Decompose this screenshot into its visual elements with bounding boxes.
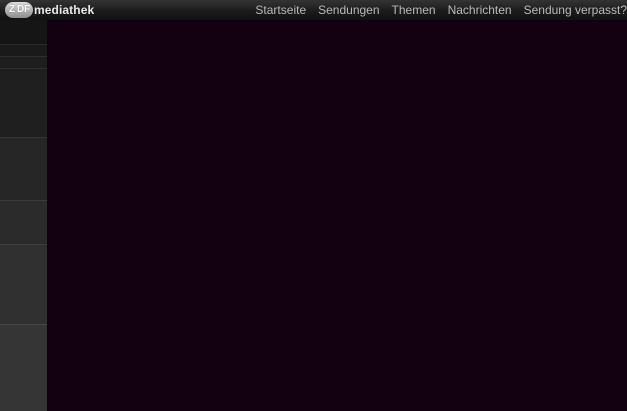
sidebar-panel[interactable]	[0, 57, 47, 68]
sidebar-panel[interactable]	[0, 325, 47, 411]
sidebar-panel[interactable]	[0, 201, 47, 244]
nav-sendung-verpasst[interactable]: Sendung verpasst?	[524, 3, 627, 17]
left-sidebar	[0, 20, 47, 411]
main-content-area	[47, 20, 627, 411]
nav-sendungen[interactable]: Sendungen	[318, 3, 379, 17]
zdf-mediathek-logo[interactable]: ZDF mediathek	[5, 1, 94, 19]
top-navigation-bar: ZDF mediathek Startseite Sendungen Theme…	[0, 0, 627, 20]
sidebar-panel	[0, 45, 47, 56]
nav-themen[interactable]: Themen	[392, 3, 436, 17]
page: ZDF mediathek Startseite Sendungen Theme…	[0, 0, 627, 411]
nav-nachrichten[interactable]: Nachrichten	[448, 3, 512, 17]
zdf-logo-mark: ZDF	[5, 2, 33, 18]
main-nav: Startseite Sendungen Themen Nachrichten …	[243, 0, 627, 20]
sidebar-panel	[0, 20, 47, 44]
sidebar-panel[interactable]	[0, 138, 47, 200]
sidebar-panel[interactable]	[0, 69, 47, 137]
sidebar-panel[interactable]	[0, 245, 47, 324]
logo-text: mediathek	[34, 3, 95, 17]
nav-startseite[interactable]: Startseite	[255, 3, 306, 17]
